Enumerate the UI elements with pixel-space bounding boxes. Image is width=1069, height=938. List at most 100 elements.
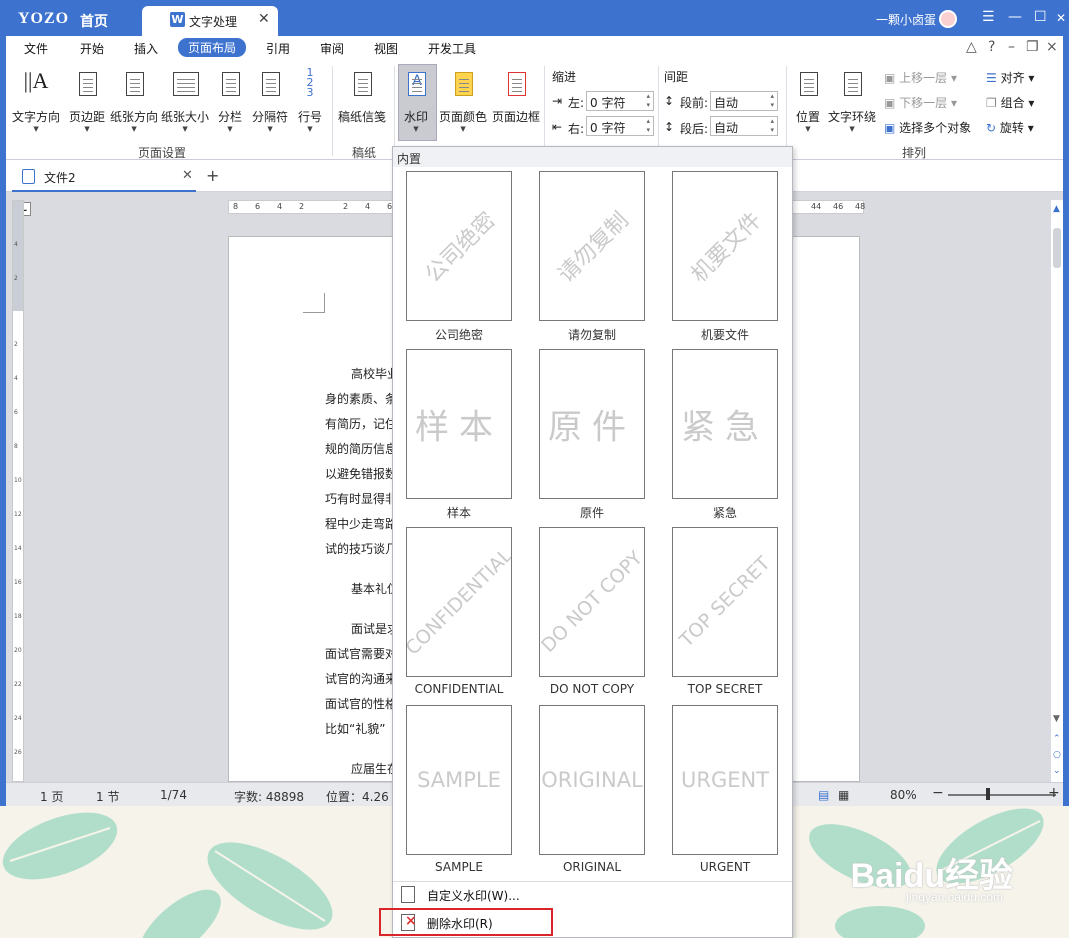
scroll-down-icon[interactable]: ▼ (1053, 714, 1060, 724)
group-objects-button[interactable]: ❐ 组合 ▾ (986, 94, 1034, 111)
zoom-slider-thumb[interactable] (986, 788, 990, 800)
watermark-option[interactable]: 紧急 紧急 (672, 349, 778, 521)
next-page-icon[interactable]: ⌄ (1053, 766, 1061, 776)
spacing-after-input[interactable]: 自动 (710, 116, 778, 136)
text-wrap-button[interactable]: 文字环绕 ▼ (828, 68, 876, 133)
text-direction-button[interactable]: ||A 文字方向 ▼ (12, 68, 60, 133)
menu-developer[interactable]: 开发工具 (428, 40, 476, 57)
paragraph-line: 试的技巧谈几 (325, 542, 398, 556)
new-tab-plus-icon[interactable]: + (206, 166, 219, 185)
line-numbers-button[interactable]: 123 行号 ▼ (296, 66, 324, 133)
help-icon[interactable]: ? (988, 39, 995, 55)
app-tab-word[interactable]: W 文字处理 ✕ (142, 6, 278, 36)
scroll-up-icon[interactable]: ▲ (1053, 204, 1060, 214)
spacing-after-icon: ↕ (664, 120, 675, 134)
zoom-in-icon[interactable]: + (1048, 785, 1060, 801)
watermark-option[interactable]: 请勿复制 请勿复制 (539, 171, 645, 343)
menu-references[interactable]: 引用 (266, 40, 290, 57)
close-doc-icon[interactable]: × (1046, 39, 1058, 55)
watermark-option[interactable]: CONFIDENTIAL CONFIDENTIAL (406, 527, 512, 696)
web-view-icon[interactable]: ▦ (838, 788, 849, 802)
watermark-option[interactable]: 样本 样本 (406, 349, 512, 521)
columns-button[interactable]: 分栏 ▼ (216, 68, 244, 133)
watermark-button[interactable]: A 水印 ▼ (402, 68, 430, 133)
paper-size-button[interactable]: 纸张大小 ▼ (161, 68, 209, 133)
watermark-dropdown: 内置 公司绝密 公司绝密 请勿复制 请勿复制 机要文件 机要文件 样本 样本 原… (392, 146, 793, 938)
avatar[interactable] (939, 10, 957, 28)
text-wrap-icon (838, 68, 866, 102)
watermark-option[interactable]: 机要文件 机要文件 (672, 171, 778, 343)
watermark-option[interactable]: 公司绝密 公司绝密 (406, 171, 512, 343)
spacing-before-input[interactable]: 自动 (710, 91, 778, 111)
zoom-slider[interactable] (948, 794, 1056, 796)
menu-file[interactable]: 文件 (24, 40, 48, 57)
yozo-logo: YOZO (18, 10, 70, 27)
watermark-option[interactable]: TOP SECRET TOP SECRET (672, 527, 778, 696)
indent-left-input[interactable]: 0 字符 (586, 91, 654, 111)
status-word-count[interactable]: 字数: 48898 (234, 788, 304, 805)
rotate-button[interactable]: ↻ 旋转 ▾ (986, 119, 1034, 136)
menu-view[interactable]: 视图 (374, 40, 398, 57)
browse-object-icon[interactable]: ○ (1053, 750, 1061, 760)
watermark-option[interactable]: SAMPLE SAMPLE (406, 705, 512, 874)
zoom-out-icon[interactable]: − (932, 785, 944, 801)
minimize-doc-icon[interactable]: – (1008, 39, 1015, 55)
highlight-box (379, 908, 553, 936)
vertical-scrollbar[interactable]: ▲ ▼ ⌃ ○ ⌄ (1051, 200, 1063, 782)
page-view-icon[interactable]: ▤ (818, 788, 829, 802)
margins-icon (73, 68, 101, 102)
menu-bar: 文件 开始 插入 页面布局 引用 审阅 视图 开发工具 △ ? – ❐ × (6, 36, 1063, 60)
watermark-preview: 样本 (406, 349, 512, 499)
breaks-icon (256, 68, 284, 102)
menu-review[interactable]: 审阅 (320, 40, 344, 57)
menu-page-layout[interactable]: 页面布局 (178, 38, 247, 57)
indent-right-input[interactable]: 0 字符 (586, 116, 654, 136)
breaks-button[interactable]: 分隔符 ▼ (252, 68, 288, 133)
close-window-icon[interactable]: ✕ (1056, 11, 1066, 25)
orientation-button[interactable]: 纸张方向 ▼ (110, 68, 158, 133)
user-name[interactable]: 一颗小卤蛋 (876, 11, 936, 28)
ruler-margin-shade (13, 201, 23, 311)
indent-left-label: 左: (568, 96, 585, 110)
watermark-option[interactable]: 原件 原件 (539, 349, 645, 521)
custom-watermark-item[interactable]: 自定义水印(W)... (401, 883, 551, 907)
send-backward-button[interactable]: ▣ 下移一层 ▾ (884, 94, 957, 111)
page-border-button[interactable]: 页面边框 (492, 68, 540, 125)
watermark-option[interactable]: URGENT URGENT (672, 705, 778, 874)
scrollbar-thumb[interactable] (1053, 228, 1061, 268)
status-position: 位置：4.26 (326, 790, 389, 804)
menu-icon[interactable]: ☰ (982, 9, 995, 25)
ribbon: ||A 文字方向 ▼ 页边距 ▼ 纸张方向 ▼ 纸张大小 ▼ 分栏 ▼ 分隔符 ▼ 123 … (6, 60, 1063, 160)
watermark-preview: 机要文件 (672, 171, 778, 321)
restore-doc-icon[interactable]: ❐ (1026, 39, 1039, 55)
bring-forward-button[interactable]: ▣ 上移一层 ▾ (884, 69, 957, 86)
minimize-icon[interactable]: — (1008, 9, 1022, 25)
zoom-level[interactable]: 80% (890, 788, 917, 802)
group-page-setup: 页面设置 (138, 146, 187, 160)
page-border-icon (502, 68, 530, 102)
menu-home[interactable]: 开始 (80, 40, 104, 57)
close-tab-icon[interactable]: ✕ (258, 11, 270, 27)
paper-size-icon (171, 68, 199, 102)
collapse-ribbon-icon[interactable]: △ (966, 39, 977, 55)
maximize-icon[interactable]: ☐ (1034, 9, 1047, 25)
home-tab[interactable]: 首页 (80, 11, 108, 31)
menu-insert[interactable]: 插入 (134, 40, 158, 57)
prev-page-icon[interactable]: ⌃ (1053, 734, 1061, 744)
page-color-button[interactable]: 页面颜色 ▼ (439, 68, 487, 133)
line-numbers-icon: 123 (306, 66, 314, 99)
columns-icon (216, 68, 244, 102)
align-button[interactable]: ☰ 对齐 ▾ (986, 69, 1034, 86)
watermark-option[interactable]: DO NOT COPY DO NOT COPY (539, 527, 645, 696)
doc-tab-file2[interactable]: 文件2 ✕ (12, 160, 196, 192)
margin-corner-mark (303, 293, 325, 313)
select-multiple-button[interactable]: ▣ 选择多个对象 (884, 119, 971, 136)
group-arrange: 排列 (902, 146, 927, 160)
watermark-preview: TOP SECRET (672, 527, 778, 677)
watermark-option[interactable]: ORIGINAL ORIGINAL (539, 705, 645, 874)
status-page-of: 1/74 (160, 788, 187, 802)
manuscript-button[interactable]: 稿纸信笺 (338, 68, 386, 125)
position-button[interactable]: 位置 ▼ (794, 68, 822, 133)
margins-button[interactable]: 页边距 ▼ (69, 68, 105, 133)
close-doc-tab-icon[interactable]: ✕ (182, 168, 193, 183)
